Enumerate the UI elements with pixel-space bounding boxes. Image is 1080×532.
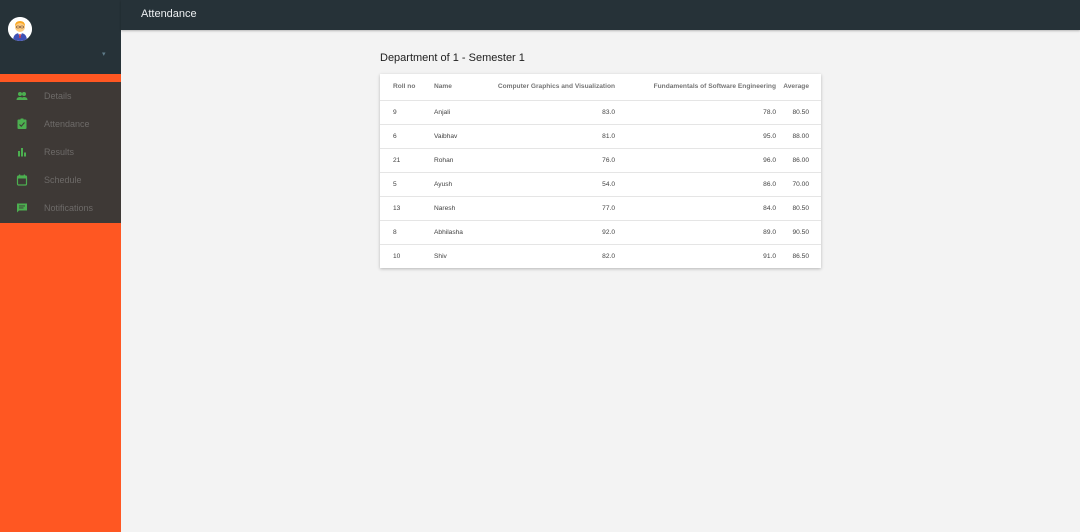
sidebar-item-label: Schedule — [44, 175, 82, 185]
cell-software-engineering: 95.0 — [625, 124, 776, 149]
cell-average: 70.00 — [776, 172, 821, 197]
cell-computer-graphics: 76.0 — [484, 148, 625, 173]
cell-computer-graphics: 81.0 — [484, 124, 625, 149]
column-header-average[interactable]: Average — [776, 74, 821, 101]
sidebar-nav: Details Attendance Results Schedule Noti… — [0, 82, 121, 223]
sidebar-account-header: ▾ — [0, 0, 121, 74]
column-header-name[interactable]: Name — [434, 74, 484, 101]
calendar-icon — [16, 174, 28, 186]
sidebar-item-schedule[interactable]: Schedule — [0, 166, 121, 194]
column-header-software-engineering[interactable]: Fundamentals of Software Engineering — [625, 74, 776, 101]
cell-software-engineering: 86.0 — [625, 172, 776, 197]
cell-name: Shiv — [434, 252, 447, 260]
sidebar-item-results[interactable]: Results — [0, 138, 121, 166]
results-table: Roll no Name Computer Graphics and Visua… — [380, 74, 821, 268]
table-row[interactable]: 9 Anjali 83.0 78.0 80.50 — [380, 100, 821, 125]
sidebar-item-label: Notifications — [44, 203, 94, 213]
sidebar-item-label: Details — [44, 91, 72, 101]
department-semester-heading: Department of 1 - Semester 1 — [380, 52, 525, 64]
cell-average: 86.00 — [776, 148, 821, 173]
cell-name: Vaibhav — [434, 124, 484, 149]
message-icon — [17, 203, 27, 213]
table-row[interactable]: 13 Naresh 77.0 84.0 80.50 — [380, 196, 821, 221]
cell-name: Naresh — [434, 196, 484, 221]
sidebar-item-notifications[interactable]: Notifications — [0, 194, 121, 222]
cell-computer-graphics: 92.0 — [484, 220, 625, 245]
cell-software-engineering: 84.0 — [625, 196, 776, 221]
cell-software-engineering: 91.0 — [763, 252, 776, 260]
table-row[interactable]: 6 Vaibhav 81.0 95.0 88.00 — [380, 124, 821, 149]
cell-average: 90.50 — [776, 220, 821, 245]
cell-average: 80.50 — [776, 100, 821, 125]
cell-software-engineering: 89.0 — [625, 220, 776, 245]
bar-chart-icon — [18, 148, 26, 157]
cell-roll-no: 21 — [380, 148, 434, 173]
cell-roll-no: 6 — [380, 124, 434, 149]
page-title: Attendance — [141, 8, 197, 20]
cell-roll-no: 8 — [380, 220, 434, 245]
cell-name: Abhilasha — [434, 220, 484, 245]
people-icon — [16, 92, 28, 100]
cell-average: 86.50 — [792, 252, 809, 260]
table-header-row: Roll no Name Computer Graphics and Visua… — [380, 74, 821, 101]
avatar-icon — [8, 17, 32, 41]
cell-name: Ayush — [434, 172, 484, 197]
table-row[interactable]: 21 Rohan 76.0 96.0 86.00 — [380, 148, 821, 173]
cell-name: Rohan — [434, 148, 484, 173]
cell-software-engineering: 78.0 — [625, 100, 776, 125]
table-row[interactable]: 10 Shiv 82.0 91.0 86.50 — [380, 244, 821, 268]
cell-computer-graphics: 54.0 — [484, 172, 625, 197]
sidebar-accent-strip — [0, 74, 121, 82]
avatar[interactable] — [8, 17, 32, 41]
cell-average: 88.00 — [776, 124, 821, 149]
column-header-computer-graphics[interactable]: Computer Graphics and Visualization — [484, 74, 625, 101]
top-app-bar: Attendance — [121, 0, 1080, 30]
cell-roll-no: 10 — [393, 252, 401, 260]
cell-roll-no: 5 — [380, 172, 434, 197]
account-dropdown-icon[interactable]: ▾ — [102, 51, 108, 58]
sidebar-item-label: Attendance — [44, 119, 90, 129]
cell-computer-graphics: 82.0 — [602, 252, 615, 260]
cell-name: Anjali — [434, 100, 484, 125]
table-row[interactable]: 5 Ayush 54.0 86.0 70.00 — [380, 172, 821, 197]
column-header-roll-no[interactable]: Roll no — [380, 74, 434, 101]
cell-software-engineering: 96.0 — [625, 148, 776, 173]
cell-computer-graphics: 77.0 — [484, 196, 625, 221]
cell-computer-graphics: 83.0 — [484, 100, 625, 125]
cell-roll-no: 9 — [380, 100, 434, 125]
results-table-card: Roll no Name Computer Graphics and Visua… — [380, 74, 821, 268]
sidebar-item-label: Results — [44, 147, 75, 157]
cell-average: 80.50 — [776, 196, 821, 221]
sidebar-item-details[interactable]: Details — [0, 82, 121, 110]
cell-roll-no: 13 — [380, 196, 434, 221]
assignment-check-icon — [17, 118, 27, 129]
table-row[interactable]: 8 Abhilasha 92.0 89.0 90.50 — [380, 220, 821, 245]
sidebar-item-attendance[interactable]: Attendance — [0, 110, 121, 138]
sidebar: ▾ Details Attendance Results Schedule No… — [0, 0, 121, 532]
